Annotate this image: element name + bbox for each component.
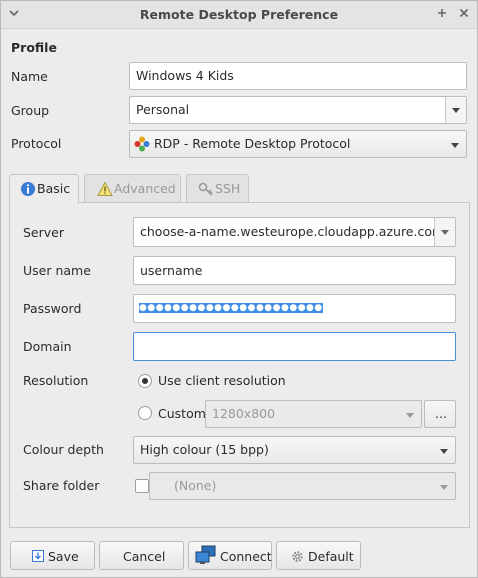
colour-depth-value: High colour (15 bpp) xyxy=(140,442,269,457)
chevron-down-icon xyxy=(440,485,448,490)
group-value: Personal xyxy=(136,102,190,117)
connect-button-label: Connect xyxy=(220,549,272,564)
protocol-select[interactable]: RDP - Remote Desktop Protocol xyxy=(129,130,467,158)
domain-label: Domain xyxy=(23,339,72,354)
close-icon[interactable] xyxy=(456,5,472,21)
custom-resolution-more-button[interactable]: ... xyxy=(424,400,456,428)
connect-button[interactable]: Connect xyxy=(188,541,272,570)
username-field[interactable]: username xyxy=(133,256,456,285)
chevron-down-icon xyxy=(406,413,414,418)
username-label: User name xyxy=(23,263,91,278)
more-label: ... xyxy=(435,406,447,421)
name-label: Name xyxy=(11,69,48,84)
chevron-down-icon xyxy=(451,143,459,148)
info-icon xyxy=(20,181,36,197)
window-title: Remote Desktop Preference xyxy=(139,7,339,22)
tab-advanced[interactable]: Advanced xyxy=(84,174,181,203)
server-label: Server xyxy=(23,225,64,240)
custom-resolution-radio[interactable] xyxy=(138,406,152,420)
share-folder-chooser[interactable]: (None) xyxy=(149,472,456,500)
save-button-label: Save xyxy=(48,549,79,564)
gear-icon xyxy=(290,549,305,564)
chevron-down-icon xyxy=(440,449,448,454)
server-dropdown-button[interactable] xyxy=(434,218,455,246)
custom-resolution-value: 1280x800 xyxy=(212,406,276,421)
colour-depth-select[interactable]: High colour (15 bpp) xyxy=(133,436,456,464)
default-button[interactable]: Default xyxy=(276,541,361,570)
password-value: ●●●●●●●●●●●●●●●●●●●●●● xyxy=(139,303,323,313)
cancel-button[interactable]: Cancel xyxy=(99,541,184,570)
tab-advanced-label: Advanced xyxy=(114,181,176,196)
share-folder-value: (None) xyxy=(174,478,217,493)
share-folder-checkbox[interactable] xyxy=(135,479,149,493)
custom-resolution-combo[interactable]: 1280x800 xyxy=(205,400,422,428)
tab-basic-label: Basic xyxy=(37,181,71,196)
server-combo[interactable]: choose-a-name.westeurope.cloudapp.azure.… xyxy=(133,217,456,247)
profile-heading: Profile xyxy=(11,40,57,55)
monitors-icon xyxy=(195,545,217,565)
title-bar[interactable]: Remote Desktop Preference xyxy=(1,1,477,29)
save-button[interactable]: Save xyxy=(10,541,95,570)
chevron-down-icon xyxy=(452,108,460,113)
default-button-label: Default xyxy=(308,549,354,564)
colour-depth-label: Colour depth xyxy=(23,442,104,457)
chevron-down-icon xyxy=(441,230,449,235)
group-combo[interactable]: Personal xyxy=(129,96,467,124)
save-icon xyxy=(31,549,45,563)
tab-ssh[interactable]: SSH xyxy=(186,174,249,203)
tab-ssh-label: SSH xyxy=(215,181,241,196)
group-label: Group xyxy=(11,103,50,118)
tab-basic[interactable]: Basic xyxy=(9,174,79,204)
share-folder-label: Share folder xyxy=(23,478,100,493)
name-field[interactable]: Windows 4 Kids xyxy=(129,62,467,90)
rdp-plugin-icon xyxy=(134,136,150,152)
key-icon xyxy=(198,181,214,197)
group-dropdown-button[interactable] xyxy=(445,97,466,123)
maximize-icon[interactable] xyxy=(434,5,450,21)
radio-dot xyxy=(142,378,148,384)
cancel-button-label: Cancel xyxy=(123,549,166,564)
protocol-value: RDP - Remote Desktop Protocol xyxy=(154,136,351,151)
use-client-resolution-label[interactable]: Use client resolution xyxy=(158,373,286,388)
password-label: Password xyxy=(23,301,82,316)
protocol-label: Protocol xyxy=(11,136,62,151)
custom-resolution-label[interactable]: Custom xyxy=(158,406,206,421)
server-input[interactable]: choose-a-name.westeurope.cloudapp.azure.… xyxy=(140,218,444,246)
use-client-resolution-radio[interactable] xyxy=(138,374,152,388)
password-field[interactable]: ●●●●●●●●●●●●●●●●●●●●●● xyxy=(133,294,456,323)
preference-window: Remote Desktop Preference Profile Name W… xyxy=(0,0,478,578)
warning-icon xyxy=(97,181,113,197)
resolution-label: Resolution xyxy=(23,373,89,388)
domain-field[interactable] xyxy=(133,332,456,361)
